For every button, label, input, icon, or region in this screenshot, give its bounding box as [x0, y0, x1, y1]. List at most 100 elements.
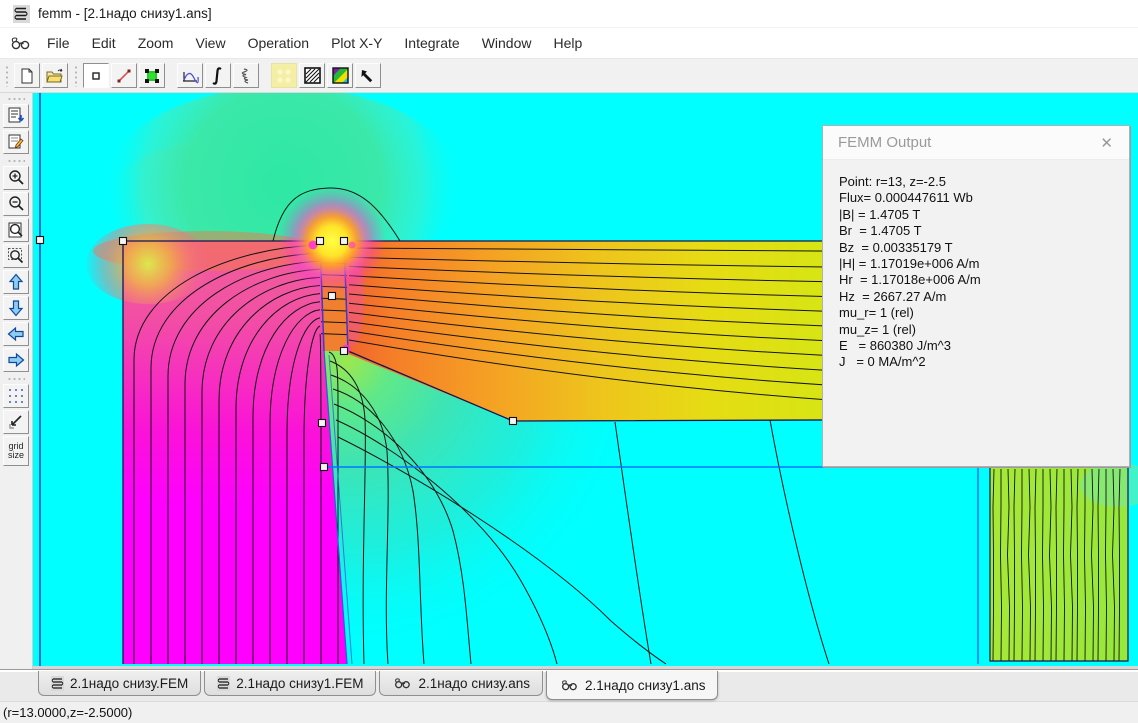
glasses-file-icon — [395, 678, 411, 689]
integral-icon — [212, 66, 222, 85]
output-hr: Hr = 1.17018e+006 A/m — [839, 272, 981, 288]
menu-zoom[interactable]: Zoom — [127, 31, 185, 55]
pan-left-button[interactable] — [3, 322, 29, 346]
zoom-window-button[interactable] — [3, 244, 29, 268]
show-mesh-button[interactable] — [271, 63, 297, 88]
show-grid-button[interactable] — [3, 384, 29, 408]
zoom-page-icon — [8, 222, 23, 238]
output-mu-z: mu_z= 1 (rel) — [839, 321, 916, 337]
output-mu-r: mu_r= 1 (rel) — [839, 305, 914, 321]
tab-fem-2[interactable]: 2.1надо снизу1.FEM — [204, 671, 377, 696]
snap-arrow-icon — [9, 415, 22, 429]
line-mode-icon — [117, 69, 131, 82]
document-tabbar: 2.1надо снизу.FEM 2.1надо снизу1.FEM 2.1… — [0, 669, 1138, 701]
menu-edit[interactable]: Edit — [81, 31, 127, 55]
density-plot-button[interactable] — [327, 63, 353, 88]
plot-graph-button[interactable] — [177, 63, 203, 88]
tab-ans-1[interactable]: 2.1надо снизу.ans — [379, 671, 544, 696]
output-flux: Flux= 0.000447611 Wb — [839, 190, 973, 206]
femm-output-titlebar[interactable]: FEMM Output ✕ — [823, 126, 1129, 160]
coil-properties-button[interactable] — [233, 63, 259, 88]
edit-document-button[interactable] — [3, 130, 29, 154]
tab-label: 2.1надо снизу.ans — [418, 675, 531, 691]
toolbar-grip — [7, 377, 25, 381]
zoom-window-icon — [8, 248, 24, 264]
glasses-file-icon — [562, 680, 577, 691]
zoom-out-icon — [9, 196, 24, 211]
menu-integrate[interactable]: Integrate — [393, 31, 470, 55]
coil-squiggle-icon — [241, 67, 249, 84]
app-coil-icon — [13, 4, 30, 23]
output-list-icon — [8, 107, 25, 123]
menu-plot-xy[interactable]: Plot X-Y — [320, 31, 393, 55]
edit-pencil-icon — [8, 134, 24, 149]
tab-label: 2.1надо снизу1.FEM — [236, 675, 364, 691]
output-current-density: J = 0 MA/m^2 — [839, 354, 926, 370]
pan-up-button[interactable] — [3, 270, 29, 294]
femm-output-panel: FEMM Output ✕ Point: r=13, z=-2.5 Flux= … — [822, 125, 1130, 467]
pan-right-button[interactable] — [3, 348, 29, 372]
tab-label: 2.1надо снизу.FEM — [70, 675, 189, 691]
window-titlebar: femm - [2.1надо снизу1.ans] — [0, 0, 1138, 28]
plot-area: FEMM Output ✕ Point: r=13, z=-2.5 Flux= … — [33, 93, 1138, 669]
arrow-down-icon — [8, 300, 24, 317]
tab-fem-1[interactable]: 2.1надо снизу.FEM — [38, 671, 202, 696]
contour-plot-button[interactable] — [299, 63, 325, 88]
femm-output-body: Point: r=13, z=-2.5 Flux= 0.000447611 Wb… — [823, 160, 1129, 371]
output-h-mag: |H| = 1.17019e+006 A/m — [839, 256, 980, 272]
main-toolbar — [0, 59, 1138, 93]
output-b-mag: |B| = 1.4705 T — [839, 206, 921, 222]
graph-arc-icon — [183, 71, 199, 83]
arrow-left-icon — [7, 326, 24, 342]
menu-operation[interactable]: Operation — [237, 31, 320, 55]
line-integral-button[interactable] — [205, 63, 231, 88]
block-mode-icon — [145, 68, 159, 83]
snap-to-grid-button[interactable] — [3, 410, 29, 434]
mesh-icon — [277, 68, 291, 83]
zoom-in-button[interactable] — [3, 166, 29, 190]
menu-window[interactable]: Window — [471, 31, 543, 55]
vector-plot-button[interactable] — [355, 63, 381, 88]
zoom-in-icon — [9, 170, 24, 185]
toolbar-grip — [74, 64, 78, 87]
open-file-button[interactable] — [42, 63, 68, 88]
zoom-extents-button[interactable] — [3, 218, 29, 242]
toolbar-grip — [5, 64, 9, 87]
coil-file-icon — [51, 675, 64, 691]
vector-arrow-icon — [361, 69, 373, 82]
close-icon[interactable]: ✕ — [1096, 134, 1117, 152]
output-bz: Bz = 0.00335179 T — [839, 239, 953, 255]
menu-file[interactable]: File — [36, 31, 81, 55]
output-hz: Hz = 2667.27 A/m — [839, 288, 947, 304]
grid-dots-icon — [9, 389, 23, 403]
point-mode-icon — [92, 71, 100, 80]
output-point: Point: r=13, z=-2.5 — [839, 174, 946, 189]
contour-plot-icon — [303, 67, 321, 84]
contour-line-mode-button[interactable] — [111, 63, 137, 88]
arrow-right-icon — [8, 352, 25, 368]
coil-file-icon — [217, 675, 231, 691]
menu-view[interactable]: View — [184, 31, 236, 55]
density-plot-icon — [331, 67, 349, 84]
window-title: femm - [2.1надо снизу1.ans] — [38, 6, 212, 21]
plot-bottom-edge — [33, 666, 1138, 669]
left-toolbar: grid size — [0, 93, 33, 669]
output-window-button[interactable] — [3, 104, 29, 128]
block-mode-button[interactable] — [139, 63, 165, 88]
new-file-icon — [21, 68, 33, 83]
new-file-button[interactable] — [14, 63, 40, 88]
point-mode-button[interactable] — [83, 63, 109, 88]
open-file-icon — [46, 68, 63, 82]
menu-help[interactable]: Help — [542, 31, 593, 55]
toolbar-grip — [7, 159, 25, 163]
zoom-out-button[interactable] — [3, 192, 29, 216]
toolbar-grip — [7, 97, 25, 101]
postprocessor-glasses-icon — [11, 37, 30, 50]
menu-bar: File Edit Zoom View Operation Plot X-Y I… — [0, 28, 1138, 59]
pan-down-button[interactable] — [3, 296, 29, 320]
grid-size-button[interactable]: grid size — [3, 436, 29, 466]
grid-size-label-line2: size — [7, 450, 24, 460]
field-hotspot — [278, 187, 386, 295]
tab-ans-2-active[interactable]: 2.1надо снизу1.ans — [546, 671, 719, 700]
arrow-up-icon — [8, 273, 24, 290]
